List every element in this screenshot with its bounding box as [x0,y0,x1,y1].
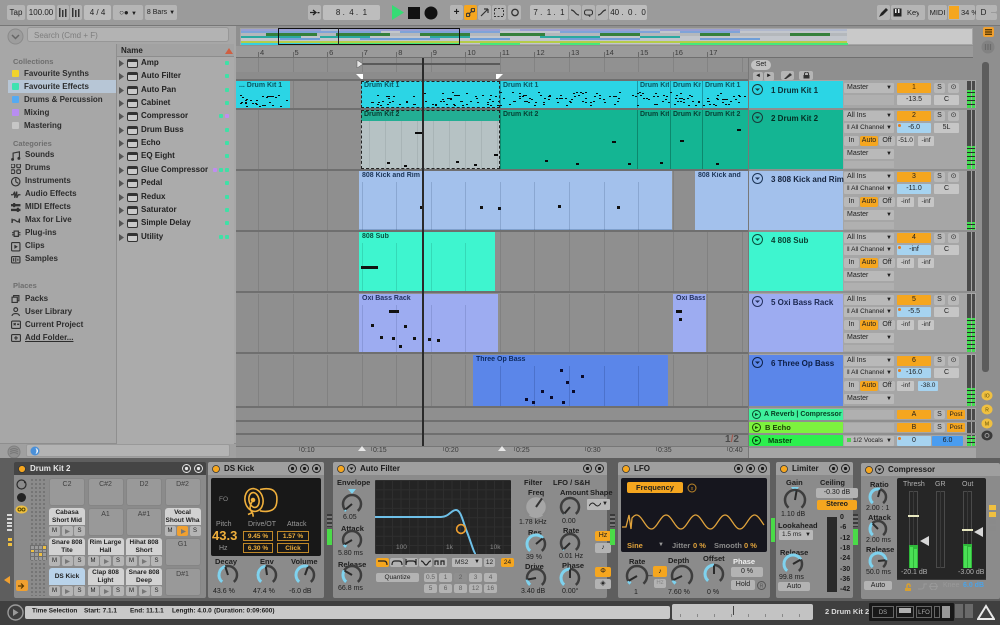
svg-text:M: M [985,422,989,428]
svg-text:R: R [985,408,989,414]
svg-text:IO: IO [984,394,989,400]
svg-text:x: x [691,486,694,492]
svg-text:R: R [760,584,764,590]
